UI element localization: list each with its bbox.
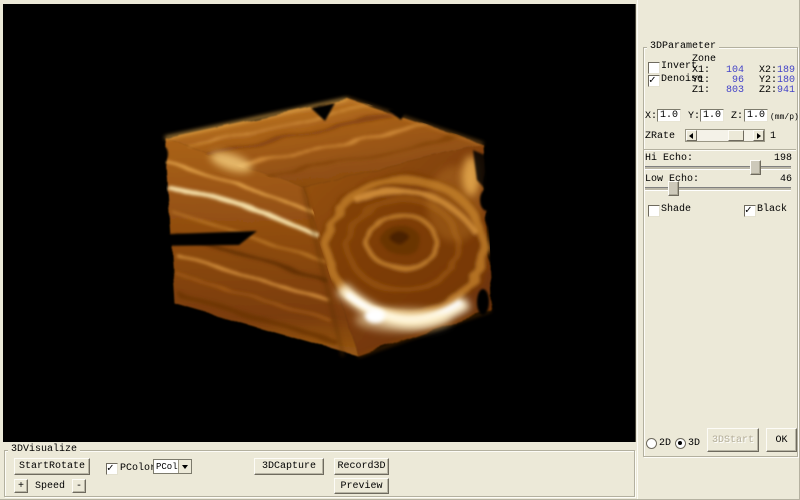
pcolor-combobox-value: PColor — [154, 461, 178, 473]
hi-echo-value: 198 — [762, 153, 792, 164]
speed-label: Speed — [35, 481, 65, 492]
radio-2d-label: 2D — [659, 438, 671, 449]
zone-z1-value: 803 — [714, 85, 744, 96]
preview-button[interactable]: Preview — [334, 478, 389, 494]
parameter-group-title: 3DParameter — [647, 41, 719, 53]
radio-3d-label: 3D — [688, 438, 700, 449]
zrate-scrollbar[interactable] — [685, 129, 765, 142]
hi-echo-slider-track[interactable] — [645, 166, 791, 170]
hi-echo-label: Hi Echo: — [645, 153, 693, 164]
scale-unit-label: (mm/p) — [770, 112, 799, 123]
scale-x-label: X: — [645, 111, 657, 122]
scale-z-input[interactable] — [744, 109, 768, 122]
shade-label: Shade — [661, 204, 691, 215]
zrate-scroll-thumb[interactable] — [728, 130, 744, 141]
parameter-group: 3DParameter Invert Denoise Zone X1: 104 … — [643, 47, 798, 457]
speed-plus-button[interactable]: + — [14, 479, 28, 493]
capture3d-button[interactable]: 3DCapture — [254, 458, 324, 475]
ultrasound-3d-volume — [3, 4, 635, 442]
app-window: 3DParameter Invert Denoise Zone X1: 104 … — [0, 0, 800, 500]
scale-z-label: Z: — [731, 111, 743, 122]
record3d-button[interactable]: Record3D — [334, 458, 389, 475]
parameter-panel: 3DParameter Invert Denoise Zone X1: 104 … — [637, 0, 800, 500]
low-echo-value: 46 — [762, 174, 792, 185]
radio-3d[interactable] — [675, 438, 686, 449]
denoise-checkbox[interactable] — [648, 75, 660, 87]
pcolor-label: PColor — [120, 463, 156, 474]
ok-button[interactable]: OK — [766, 428, 797, 452]
black-checkbox[interactable] — [744, 205, 756, 217]
render-viewport[interactable] — [3, 4, 636, 442]
low-echo-slider-track[interactable] — [645, 187, 791, 191]
zrate-label: ZRate — [645, 131, 675, 142]
zone-title: Zone — [692, 54, 716, 65]
zrate-value: 1 — [770, 131, 776, 142]
radio-2d[interactable] — [646, 438, 657, 449]
scale-x-input[interactable] — [657, 109, 681, 122]
start3d-button: 3DStart — [707, 428, 759, 452]
zrate-scroll-right-icon[interactable] — [753, 130, 764, 141]
hi-echo-slider-thumb[interactable] — [750, 160, 761, 175]
chevron-down-icon[interactable] — [178, 460, 191, 473]
visualize-group: 3DVisualize StartRotate + Speed - PColor… — [4, 450, 635, 497]
zone-z1-label: Z1: — [692, 85, 710, 96]
divider — [644, 149, 796, 151]
zone-z2-value: 941 — [765, 85, 795, 96]
scale-y-input[interactable] — [700, 109, 724, 122]
scale-y-label: Y: — [688, 111, 700, 122]
low-echo-slider-thumb[interactable] — [668, 181, 679, 196]
visualize-group-title: 3DVisualize — [8, 444, 80, 456]
speed-minus-button[interactable]: - — [72, 479, 86, 493]
zrate-scroll-left-icon[interactable] — [686, 130, 697, 141]
start-rotate-button[interactable]: StartRotate — [14, 458, 90, 475]
shade-checkbox[interactable] — [648, 205, 660, 217]
black-label: Black — [757, 204, 787, 215]
pcolor-checkbox[interactable] — [106, 463, 118, 475]
pcolor-combobox[interactable]: PColor — [153, 459, 192, 474]
